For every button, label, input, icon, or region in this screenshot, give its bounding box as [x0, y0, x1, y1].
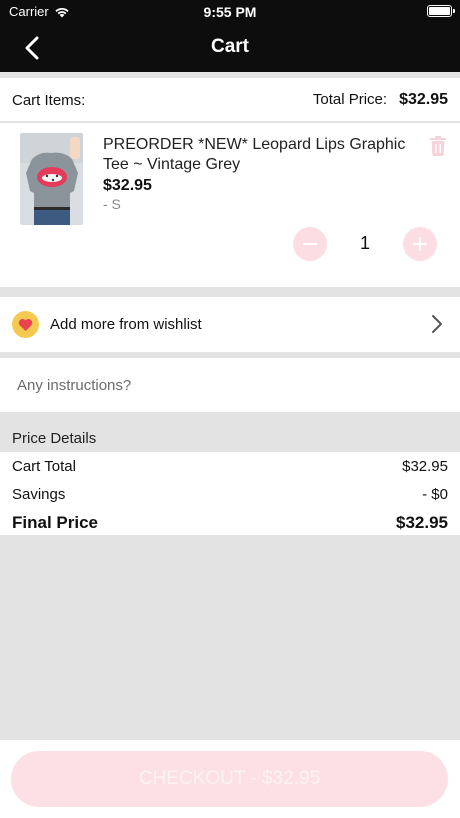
- final-price-row: Final Price $32.95: [12, 513, 448, 533]
- decrease-quantity-button[interactable]: [293, 227, 327, 261]
- savings-label: Savings: [12, 486, 66, 503]
- product-name[interactable]: PREORDER *NEW* Leopard Lips Graphic Tee …: [103, 135, 423, 175]
- cart-total-label: Cart Total: [12, 458, 76, 475]
- clock: 9:55 PM: [203, 4, 257, 20]
- product-price: $32.95: [103, 177, 152, 194]
- final-price-label: Final Price: [12, 513, 98, 532]
- wishlist-badge: [12, 311, 39, 338]
- savings-row: Savings - $0: [12, 486, 448, 503]
- battery-icon: [427, 5, 455, 17]
- trash-icon: [430, 136, 446, 156]
- chevron-right-icon: [432, 315, 442, 333]
- savings-value: - $0: [422, 486, 448, 503]
- total-price-value: $32.95: [399, 91, 448, 108]
- checkout-bar: CHECKOUT - $32.95: [0, 740, 460, 818]
- checkout-button[interactable]: CHECKOUT - $32.95: [11, 751, 448, 807]
- cart-total-value: $32.95: [402, 458, 448, 475]
- quantity-value: 1: [359, 233, 370, 253]
- page-title: Cart: [210, 36, 249, 57]
- status-bar: Carrier 9:55 PM: [0, 0, 460, 24]
- add-from-wishlist-row[interactable]: Add more from wishlist: [0, 297, 460, 352]
- cart-item: PREORDER *NEW* Leopard Lips Graphic Tee …: [0, 123, 460, 287]
- increase-quantity-button[interactable]: [403, 227, 437, 261]
- total-price-label: Total Price:: [312, 91, 388, 108]
- price-details-title: Price Details: [12, 430, 97, 447]
- instructions-section: [0, 358, 460, 412]
- plus-icon: [413, 237, 427, 251]
- nav-bar: Cart: [0, 24, 460, 72]
- cart-items-label: Cart Items:: [12, 92, 86, 109]
- product-image[interactable]: [20, 133, 83, 225]
- minus-icon: [303, 243, 317, 245]
- total-price-group: Total Price: $32.95: [313, 91, 448, 109]
- instructions-input[interactable]: [0, 358, 460, 412]
- final-price-value: $32.95: [396, 513, 448, 532]
- price-details: Cart Total $32.95 Savings - $0 Final Pri…: [0, 452, 460, 535]
- cart-total-row: Cart Total $32.95: [12, 458, 448, 475]
- delete-item-button[interactable]: [428, 135, 448, 157]
- heart-icon: [18, 318, 33, 331]
- cart-summary-header: Cart Items: Total Price: $32.95: [0, 78, 460, 122]
- product-variant: - S: [103, 196, 121, 212]
- wishlist-label: Add more from wishlist: [50, 316, 202, 333]
